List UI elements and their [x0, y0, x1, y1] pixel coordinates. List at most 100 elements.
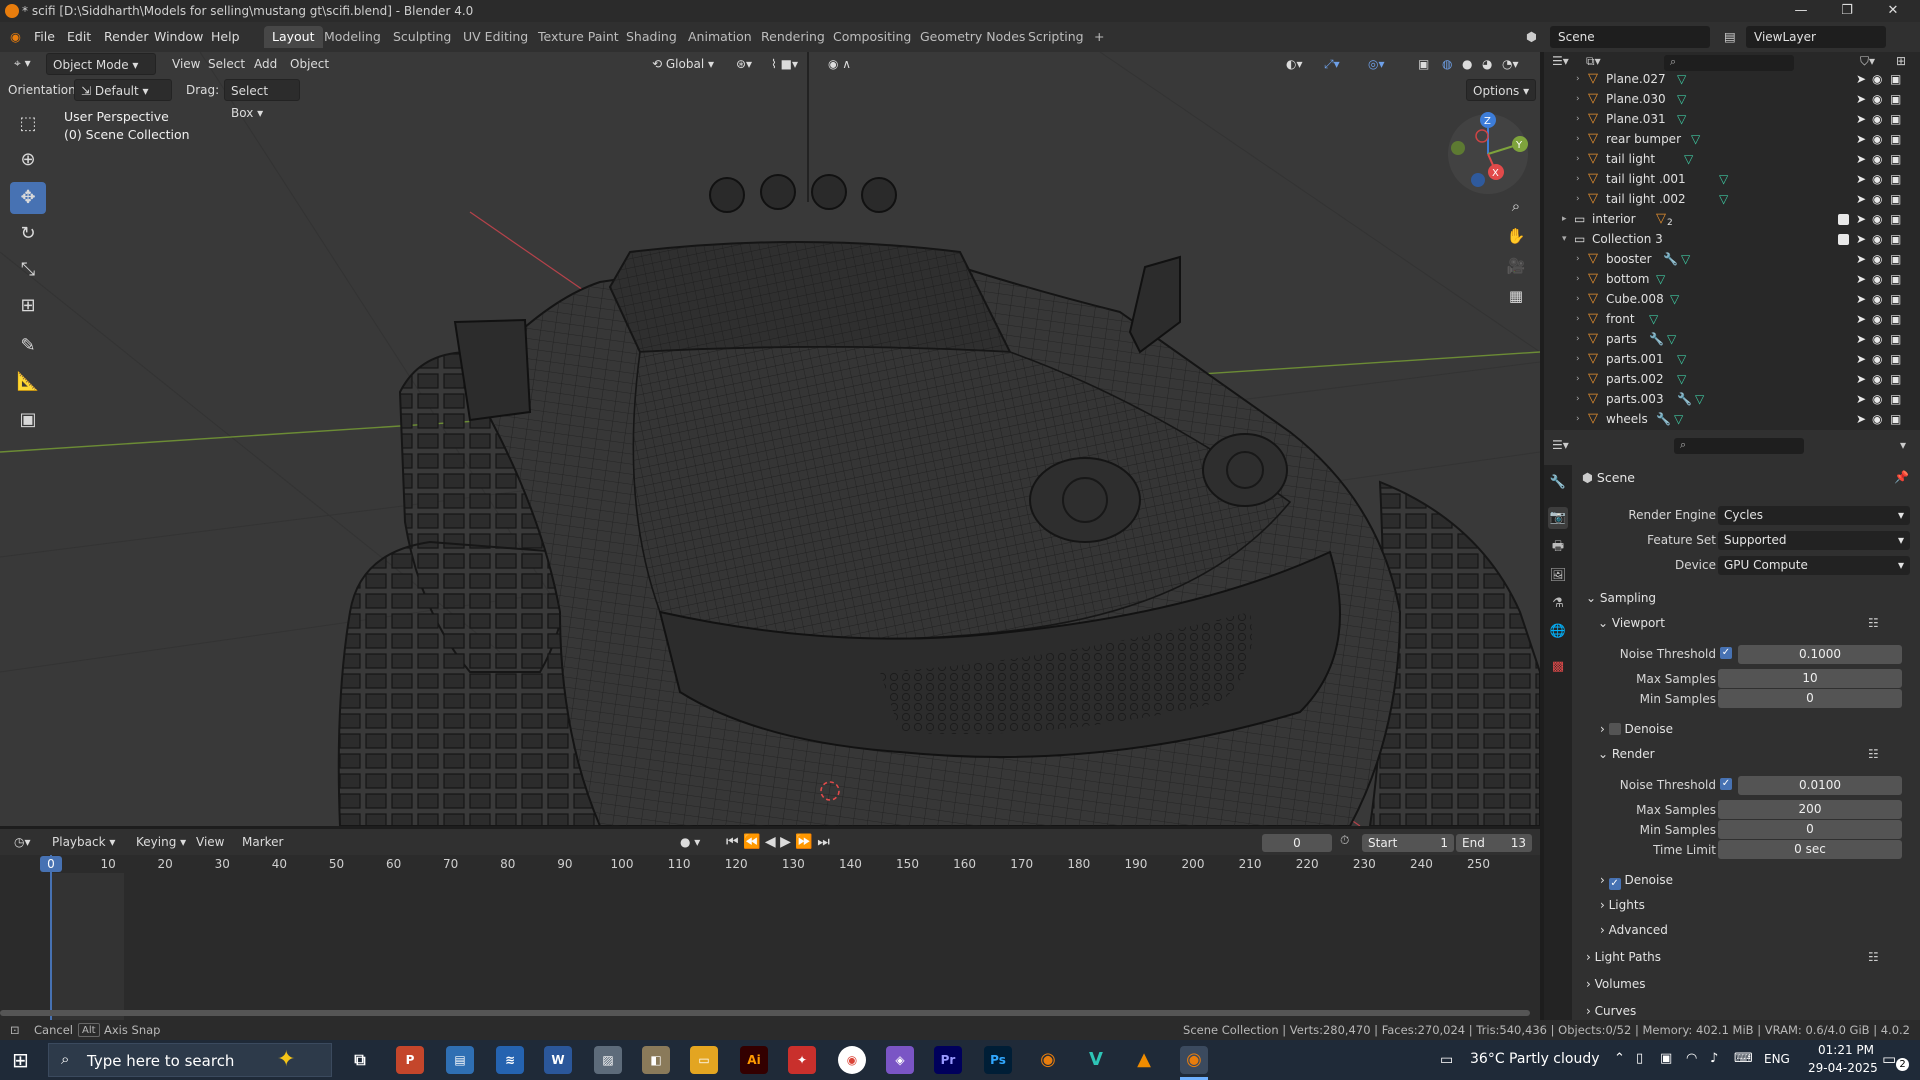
visibility-eye-icon[interactable]: ◉: [1872, 289, 1882, 309]
mesh-data-icon[interactable]: ▽: [1649, 309, 1658, 329]
pivot-point-icon[interactable]: ⊛▾: [730, 53, 758, 75]
select-toggle-icon[interactable]: ➤: [1856, 189, 1866, 209]
select-toggle-icon[interactable]: ➤: [1856, 209, 1866, 229]
visibility-eye-icon[interactable]: ◉: [1872, 69, 1882, 89]
menu-file[interactable]: File: [34, 29, 55, 44]
file-explorer-icon[interactable]: ▭: [690, 1046, 718, 1074]
playhead-line[interactable]: [50, 855, 52, 1025]
viewport-menu-select[interactable]: Select: [202, 53, 251, 75]
expand-toggle-icon[interactable]: ›: [1576, 309, 1580, 329]
minimize-button[interactable]: —: [1778, 0, 1824, 22]
outliner-row[interactable]: › ▽ wheels 🔧 ▽ ➤ ◉ ▣: [1544, 409, 1920, 429]
photos-icon[interactable]: ▨: [594, 1046, 622, 1074]
mesh-data-icon[interactable]: ▽: [1681, 249, 1690, 269]
render-camera-icon[interactable]: ▣: [1890, 69, 1901, 89]
render-presets-icon[interactable]: ☷: [1868, 747, 1879, 761]
expand-toggle-icon[interactable]: ›: [1576, 329, 1580, 349]
mesh-data-icon[interactable]: ▽: [1677, 369, 1686, 389]
zoom-icon[interactable]: ⌕: [1502, 192, 1530, 220]
app-icon-tan[interactable]: ◧: [642, 1046, 670, 1074]
mesh-data-icon[interactable]: ▽: [1695, 389, 1704, 409]
mesh-data-icon[interactable]: ▽: [1719, 189, 1728, 209]
select-toggle-icon[interactable]: ➤: [1856, 109, 1866, 129]
viewport-min-samples-field[interactable]: 0: [1718, 689, 1902, 708]
lights-subpanel-header[interactable]: › Lights: [1600, 894, 1645, 916]
outliner-row[interactable]: › ▽ booster 🔧 ▽ ➤ ◉ ▣: [1544, 249, 1920, 269]
battery-icon[interactable]: ▯: [1636, 1051, 1643, 1066]
expand-toggle-icon[interactable]: ›: [1576, 369, 1580, 389]
vlc-icon[interactable]: ▲: [1130, 1046, 1158, 1074]
powerpoint-icon[interactable]: P: [396, 1046, 424, 1074]
render-subpanel-header[interactable]: ⌄ Render: [1598, 743, 1655, 765]
annotate-tool-icon[interactable]: ✎: [10, 330, 46, 362]
render-denoise-checkbox[interactable]: ✓: [1608, 878, 1621, 890]
current-frame-field[interactable]: 0: [1262, 834, 1332, 852]
select-toggle-icon[interactable]: ➤: [1856, 129, 1866, 149]
select-toggle-icon[interactable]: ➤: [1856, 229, 1866, 249]
timeline-area[interactable]: [0, 855, 1540, 1025]
tool-tab-icon[interactable]: 🔧: [1548, 472, 1568, 494]
tab-shading[interactable]: Shading: [618, 26, 685, 48]
move-tool-icon[interactable]: ✥: [10, 182, 46, 214]
render-camera-icon[interactable]: ▣: [1890, 169, 1901, 189]
expand-toggle-icon[interactable]: ›: [1576, 169, 1580, 189]
timeline-menu-playback[interactable]: Playback ▾: [46, 831, 121, 853]
outliner-row[interactable]: › ▽ front ▽ ➤ ◉ ▣: [1544, 309, 1920, 329]
render-camera-icon[interactable]: ▣: [1890, 249, 1901, 269]
expand-toggle-icon[interactable]: ›: [1576, 349, 1580, 369]
visibility-eye-icon[interactable]: ◉: [1872, 189, 1882, 209]
expand-toggle-icon[interactable]: ›: [1576, 109, 1580, 129]
viewlayer-selector[interactable]: ViewLayer: [1746, 26, 1886, 48]
scale-tool-icon[interactable]: ⤡: [10, 254, 46, 286]
render-camera-icon[interactable]: ▣: [1890, 329, 1901, 349]
expand-toggle-icon[interactable]: ›: [1576, 249, 1580, 269]
viewport-menu-object[interactable]: Object: [284, 53, 335, 75]
select-toggle-icon[interactable]: ➤: [1856, 369, 1866, 389]
mesh-data-icon[interactable]: ▽: [1719, 169, 1728, 189]
tab-modeling[interactable]: Modeling: [316, 26, 389, 48]
options-button[interactable]: Options ▾: [1466, 79, 1537, 101]
expand-toggle-icon[interactable]: ›: [1576, 129, 1580, 149]
visibility-eye-icon[interactable]: ◉: [1872, 169, 1882, 189]
mesh-data-icon[interactable]: ▽: [1691, 129, 1700, 149]
time-limit-field[interactable]: 0 sec: [1718, 840, 1902, 859]
render-camera-icon[interactable]: ▣: [1890, 309, 1901, 329]
keyboard-icon[interactable]: ⌨: [1734, 1051, 1753, 1066]
render-denoise-header[interactable]: › ✓ Denoise: [1600, 869, 1673, 891]
weather-icon[interactable]: ▭: [1440, 1052, 1453, 1068]
timeline-menu-marker[interactable]: Marker: [236, 831, 289, 853]
add-workspace-button[interactable]: +: [1086, 26, 1112, 48]
navigation-gizmo[interactable]: Z Y X: [1444, 110, 1532, 198]
select-toggle-icon[interactable]: ➤: [1856, 69, 1866, 89]
menu-edit[interactable]: Edit: [67, 29, 91, 44]
record-button-icon[interactable]: ● ▾: [674, 831, 706, 853]
m365-icon[interactable]: ◈: [886, 1046, 914, 1074]
feature-set-dropdown[interactable]: Supported ▾: [1718, 531, 1910, 550]
tab-texture-paint[interactable]: Texture Paint: [530, 26, 627, 48]
select-toggle-icon[interactable]: ➤: [1856, 249, 1866, 269]
mesh-data-icon[interactable]: ▽: [1670, 289, 1679, 309]
new-collection-icon[interactable]: ⊞: [1896, 54, 1906, 68]
mesh-data-icon[interactable]: ▽: [1674, 409, 1683, 429]
vectorworks-icon[interactable]: V: [1082, 1046, 1110, 1074]
render-max-samples-field[interactable]: 200: [1718, 800, 1902, 819]
texture-tab-icon[interactable]: ▩: [1548, 656, 1568, 678]
visibility-eye-icon[interactable]: ◉: [1872, 409, 1882, 429]
outliner-row[interactable]: › ▽ bottom ▽ ➤ ◉ ▣: [1544, 269, 1920, 289]
rendered-shading-icon[interactable]: ◔▾: [1496, 53, 1525, 75]
outliner-row[interactable]: › ▽ parts.001 ▽ ➤ ◉ ▣: [1544, 349, 1920, 369]
curves-panel-header[interactable]: › Curves: [1586, 1000, 1636, 1022]
preview-range-icon[interactable]: ⏱: [1340, 833, 1349, 848]
tab-layout[interactable]: Layout: [264, 26, 323, 48]
volume-icon[interactable]: ♪: [1710, 1051, 1718, 1066]
select-toggle-icon[interactable]: ➤: [1856, 349, 1866, 369]
visibility-eye-icon[interactable]: ◉: [1872, 349, 1882, 369]
tab-uv-editing[interactable]: UV Editing: [455, 26, 536, 48]
properties-search-input[interactable]: ⌕: [1674, 438, 1804, 454]
expand-toggle-icon[interactable]: ›: [1576, 289, 1580, 309]
timeline-editor-icon[interactable]: ◷▾: [8, 831, 37, 853]
viewport-presets-icon[interactable]: ☷: [1868, 616, 1879, 630]
filter-icon[interactable]: ⛉▾: [1860, 54, 1875, 69]
modifier-icon[interactable]: 🔧: [1649, 329, 1664, 349]
add-cube-tool-icon[interactable]: ▣: [10, 404, 46, 436]
